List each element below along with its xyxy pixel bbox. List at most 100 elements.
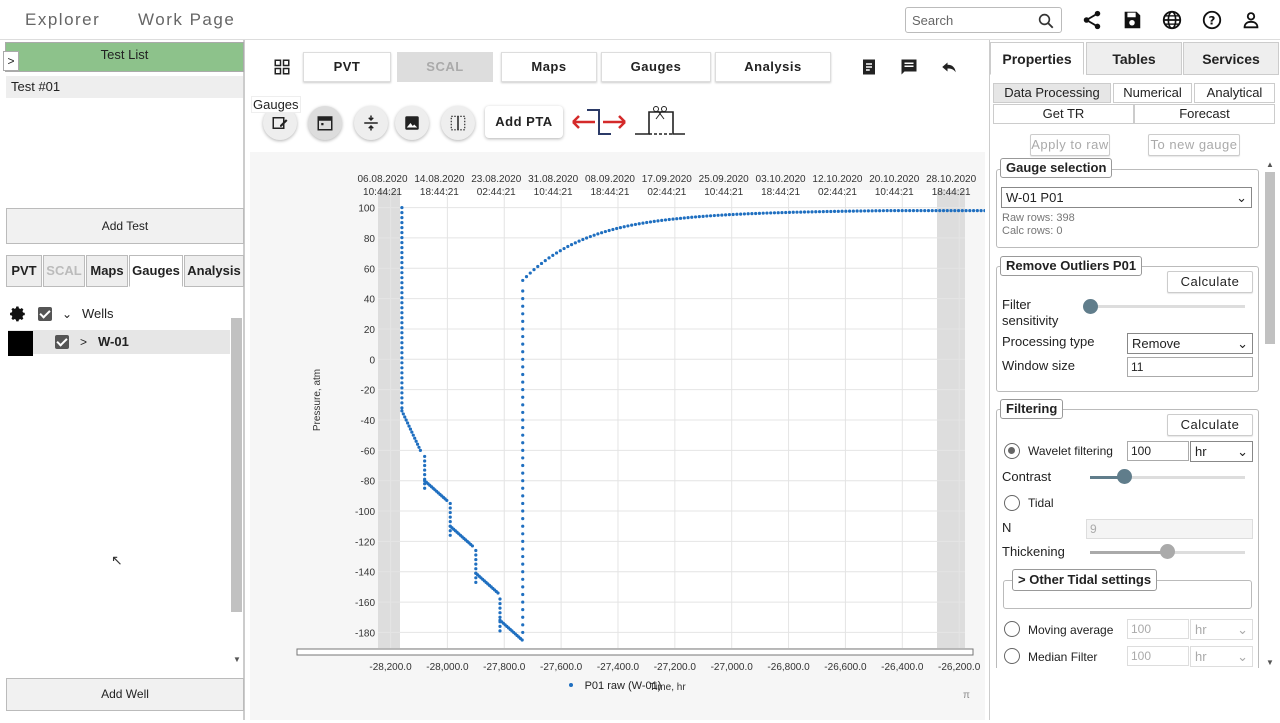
scrollbar-thumb[interactable]	[1265, 172, 1275, 344]
data-point	[400, 306, 404, 310]
left-tab-maps[interactable]: Maps	[86, 255, 128, 287]
chevron-right-icon[interactable]: >	[80, 330, 87, 354]
subtab-forecast[interactable]: Forecast	[1134, 104, 1275, 124]
tree-scrollbar[interactable]: ▼	[231, 300, 243, 670]
filtering-calculate-button[interactable]: Calculate	[1167, 414, 1253, 436]
grid-icon[interactable]	[273, 58, 291, 76]
wavelet-unit-value: hr	[1195, 444, 1207, 459]
scroll-up-icon[interactable]: ▲	[1266, 160, 1274, 169]
nav-work-page[interactable]: Work Page	[138, 10, 235, 30]
compress-tool-button[interactable]	[354, 106, 388, 140]
gear-icon[interactable]	[9, 305, 27, 323]
well-color-swatch[interactable]	[8, 331, 33, 356]
wavelet-radio[interactable]	[1004, 443, 1020, 459]
data-point	[400, 221, 404, 225]
save-icon[interactable]	[1121, 9, 1143, 31]
median-filter-unit-select[interactable]: hr ⌄	[1190, 646, 1253, 667]
median-filter-input[interactable]: 100	[1127, 646, 1189, 666]
tidal-radio[interactable]	[1004, 495, 1020, 511]
to-new-gauge-button[interactable]: To new gauge	[1148, 134, 1240, 156]
left-tab-pvt[interactable]: PVT	[6, 255, 42, 287]
data-point	[400, 366, 404, 370]
shift-arrows-icon[interactable]	[571, 106, 627, 138]
data-point	[521, 623, 525, 627]
scroll-down-icon[interactable]: ▼	[233, 655, 241, 664]
gauge-select[interactable]: W-01 P01 ⌄	[1001, 187, 1252, 208]
median-filter-radio[interactable]	[1004, 648, 1020, 664]
scrollbar-thumb[interactable]	[231, 318, 242, 612]
top-date-label: 14.08.2020	[414, 174, 464, 185]
filter-sensitivity-track[interactable]	[1090, 305, 1245, 308]
contrast-knob[interactable]	[1117, 469, 1132, 484]
search-icon[interactable]	[1037, 12, 1055, 30]
moving-average-radio[interactable]	[1004, 621, 1020, 637]
data-point	[840, 209, 844, 213]
help-icon[interactable]: ?	[1201, 9, 1223, 31]
data-point	[400, 331, 404, 335]
y-tick-label: -180	[355, 628, 375, 639]
add-well-button[interactable]: Add Well	[6, 678, 244, 711]
add-test-button[interactable]: Add Test	[6, 208, 244, 244]
filtering-title: Filtering	[1000, 399, 1064, 419]
moving-average-input[interactable]: 100	[1127, 619, 1189, 639]
wavelet-value-input[interactable]: 100	[1127, 441, 1189, 461]
image-tool-button[interactable]	[395, 106, 429, 140]
other-tidal-toggle[interactable]: > Other Tidal settings	[1012, 569, 1158, 591]
properties-scrollbar[interactable]: ▲ ▼	[1264, 160, 1276, 670]
tree-well-row[interactable]: > W-01	[8, 330, 230, 356]
left-tab-gauges[interactable]: Gauges	[129, 255, 183, 287]
tab-maps[interactable]: Maps	[501, 52, 597, 82]
pi-icon: π	[963, 690, 970, 701]
well-checkbox[interactable]	[55, 335, 69, 349]
subtab-analytical[interactable]: Analytical	[1194, 83, 1275, 103]
scroll-down-icon[interactable]: ▼	[1266, 658, 1274, 667]
wells-checkbox[interactable]	[38, 307, 52, 321]
share-icon[interactable]	[1081, 9, 1103, 31]
outliers-calculate-button[interactable]: Calculate	[1167, 271, 1253, 293]
test-list-item[interactable]: Test #01	[6, 76, 243, 98]
left-tab-scal[interactable]: SCAL	[43, 255, 85, 287]
tab-analysis[interactable]: Analysis	[715, 52, 831, 82]
data-point	[652, 219, 656, 223]
filter-sensitivity-knob[interactable]	[1083, 299, 1098, 314]
calendar-tool-button[interactable]	[308, 106, 342, 140]
data-point	[693, 215, 698, 219]
tab-gauges[interactable]: Gauges	[601, 52, 711, 82]
split-tool-button[interactable]	[441, 106, 475, 140]
comment-icon[interactable]	[900, 58, 918, 76]
thickening-knob[interactable]	[1160, 544, 1175, 559]
user-icon[interactable]	[1240, 9, 1262, 31]
search-box[interactable]	[905, 7, 1062, 33]
data-point	[521, 539, 525, 543]
collapse-panel-button[interactable]: >	[3, 51, 19, 71]
cut-step-icon[interactable]	[633, 104, 687, 138]
processing-type-select[interactable]: Remove ⌄	[1127, 333, 1253, 354]
subtab-get-tr[interactable]: Get TR	[993, 104, 1134, 124]
chevron-down-icon[interactable]: ⌄	[62, 302, 72, 326]
apply-to-raw-button[interactable]: Apply to raw	[1030, 134, 1110, 156]
nav-explorer[interactable]: Explorer	[25, 10, 100, 30]
search-input[interactable]	[906, 8, 1031, 32]
document-icon[interactable]	[860, 58, 878, 76]
globe-icon[interactable]	[1161, 9, 1183, 31]
tab-pvt[interactable]: PVT	[303, 52, 391, 82]
tree-root-row[interactable]: ⌄ Wells	[8, 302, 230, 326]
window-size-input[interactable]: 11	[1127, 357, 1253, 377]
tab-services[interactable]: Services	[1183, 42, 1279, 75]
tab-tables[interactable]: Tables	[1086, 42, 1182, 75]
tab-scal[interactable]: SCAL	[397, 52, 493, 82]
data-point	[400, 361, 404, 365]
n-input[interactable]: 9	[1086, 519, 1253, 539]
data-point	[400, 406, 404, 410]
tab-properties[interactable]: Properties	[990, 42, 1084, 75]
pressure-chart[interactable]: 100 80 60 40 20 0 -20 -40 -60 -80 -100 -120 -140 -160…	[250, 152, 1051, 720]
subtab-data-processing[interactable]: Data Processing	[993, 83, 1111, 103]
undo-icon[interactable]	[940, 58, 958, 76]
subtab-numerical[interactable]: Numerical	[1113, 83, 1192, 103]
moving-average-unit-select[interactable]: hr ⌄	[1190, 619, 1253, 640]
data-point	[949, 209, 953, 213]
data-point	[521, 388, 525, 392]
left-tab-analysis[interactable]: Analysis	[184, 255, 244, 287]
wavelet-unit-select[interactable]: hr ⌄	[1190, 441, 1253, 462]
add-pta-button[interactable]: Add PTA	[485, 106, 563, 138]
